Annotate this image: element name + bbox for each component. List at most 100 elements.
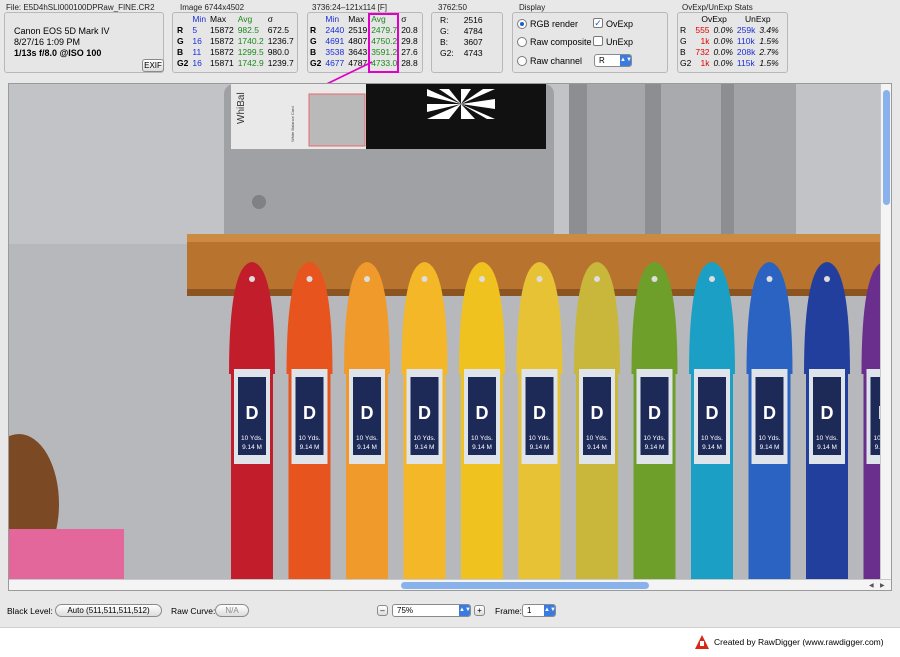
skein-logo: D — [418, 403, 431, 423]
zoom-select[interactable]: 75% ▲▼ — [392, 604, 471, 617]
footer-credit: Created by RawDigger (www.rawdigger.com) — [714, 637, 884, 647]
file-panel-title: File: E5D4hSLI000100DPRaw_FINE.CR2 — [6, 3, 155, 12]
thread-skein: D 10 Yds. 9.14 M — [574, 262, 620, 581]
raw-composite-radio[interactable] — [517, 37, 527, 47]
vertical-scrollbar[interactable] — [880, 84, 891, 581]
point-panel: R: 2516 G: 4784 B: 3607 G2: 4743 — [431, 12, 503, 73]
exp-stats-panel: OvExp UnExp R 555 0.0% 259k 3.4% G 1k 0.… — [677, 12, 788, 73]
skein-logo: D — [763, 403, 776, 423]
col-min: Min — [192, 14, 207, 24]
raw-channel-select[interactable]: R ▲▼ — [594, 54, 632, 67]
raw-channel-label: Raw channel — [530, 56, 583, 66]
skein-length-yds: 10 Yds. — [586, 435, 608, 442]
frame-select[interactable]: 1 ▲▼ — [522, 604, 556, 617]
ovexp-label: OvExp — [606, 19, 634, 29]
skein-length-yds: 10 Yds. — [356, 435, 378, 442]
point-title: 3762:50 — [438, 3, 467, 12]
zoom-in-button[interactable]: + — [474, 605, 485, 616]
vertical-scroll-thumb[interactable] — [883, 90, 890, 205]
table-row: G 16 15872 1740.2 1236.7 — [177, 36, 294, 46]
selection-stats-title: 3736:24–121x114 [F] — [312, 3, 388, 12]
skein-logo: D — [591, 403, 604, 423]
table-row: G2 16 15871 1742.9 1239.7 — [177, 58, 294, 68]
skein-logo: D — [533, 403, 546, 423]
raw-channel-radio[interactable] — [517, 56, 527, 66]
skein-logo: D — [648, 403, 661, 423]
skein-logo: D — [706, 403, 719, 423]
scroll-left-icon[interactable]: ◀ — [869, 582, 874, 589]
camera-model: Canon EOS 5D Mark IV — [14, 26, 110, 36]
skein-logo: D — [821, 403, 834, 423]
skein-length-m: 9.14 M — [300, 444, 320, 451]
skein-length-yds: 10 Yds. — [471, 435, 493, 442]
unexp-label: UnExp — [606, 37, 634, 47]
display-panel: RGB render Raw composite Raw channel ✓ O… — [512, 12, 668, 73]
raw-photo[interactable]: WhiBal White Balance Card D 10 Yds. 9.14 M… — [9, 84, 882, 581]
thread-skein: D10 Yds.9.14 M — [689, 262, 735, 581]
display-title: Display — [519, 3, 546, 12]
rgb-render-radio[interactable] — [517, 19, 527, 29]
table-row: R: 2516 — [440, 15, 483, 25]
footer: Created by RawDigger (www.rawdigger.com) — [0, 627, 900, 657]
pink-towel — [9, 529, 124, 581]
capture-datetime: 8/27/16 1:09 PM — [14, 37, 81, 47]
thread-skein: D10 Yds.9.14 M — [861, 262, 882, 581]
skein-length-yds: 10 Yds. — [816, 435, 838, 442]
skein-length-yds: 10 Yds. — [414, 435, 436, 442]
skein-length-yds: 10 Yds. — [759, 435, 781, 442]
thread-skein: D 10 Yds. 9.14 M — [516, 262, 563, 581]
whibal-logo: WhiBal — [236, 92, 247, 124]
rgb-render-label: RGB render — [530, 19, 579, 29]
skein-logo: D — [361, 403, 374, 423]
table-row: B 3538 3643 3591.2 27.6 — [310, 47, 418, 57]
image-viewer[interactable]: WhiBal White Balance Card D 10 Yds. 9.14 M… — [8, 83, 892, 591]
skein-logo: D — [303, 403, 316, 423]
thread-skein: D 10 Yds. 9.14 M — [459, 262, 505, 581]
skein-logo: D — [476, 403, 489, 423]
horizontal-scroll-thumb[interactable] — [401, 582, 649, 589]
skein-length-yds: 10 Yds. — [529, 435, 551, 442]
horizontal-scrollbar[interactable]: ◀ ▶ — [9, 579, 891, 590]
thread-skein: D 10 Yds. 9.14 M — [286, 262, 333, 581]
col-avg: Avg — [237, 14, 253, 24]
file-info-panel: Canon EOS 5D Mark IV 8/27/16 1:09 PM 1/1… — [4, 12, 164, 73]
raw-curve-label: Raw Curve: — [171, 606, 216, 616]
frame-label: Frame: — [495, 606, 522, 616]
table-row: R 2440 2519 2479.7 20.8 — [310, 25, 418, 35]
skein-length-yds: 10 Yds. — [701, 435, 723, 442]
table-row: G 1k 0.0% 110k 1.5% — [680, 36, 779, 46]
raw-composite-label: Raw composite — [530, 37, 592, 47]
table-row: B 732 0.0% 208k 2.7% — [680, 47, 779, 57]
ovexp-checkbox[interactable]: ✓ — [593, 18, 603, 28]
skein-length-m: 9.14 M — [415, 444, 435, 451]
col-max: Max — [210, 14, 227, 24]
table-row: R 5 15872 982.5 672.5 — [177, 25, 289, 35]
skein-length-yds: 10 Yds. — [299, 435, 321, 442]
chevron-down-icon: ▲▼ — [459, 605, 471, 616]
skein-length-m: 9.14 M — [530, 444, 550, 451]
table-row: G 4691 4807 4750.2 29.8 — [310, 36, 418, 46]
zoom-out-button[interactable]: – — [377, 605, 388, 616]
skein-length-yds: 10 Yds. — [644, 435, 666, 442]
raw-curve-button[interactable]: N/A — [215, 604, 249, 617]
skein-length-m: 9.14 M — [242, 444, 262, 451]
whibal-card-text: White Balance Card — [290, 106, 295, 142]
table-row: B: 3607 — [440, 37, 483, 47]
skein-length-m: 9.14 M — [357, 444, 377, 451]
unexp-checkbox[interactable] — [593, 36, 603, 46]
skein-length-m: 9.14 M — [760, 444, 780, 451]
skein-logo: D — [246, 403, 259, 423]
skein-length-m: 9.14 M — [645, 444, 665, 451]
skein-length-m: 9.14 M — [587, 444, 607, 451]
skein-length-m: 9.14 M — [472, 444, 492, 451]
thread-skein: D 10 Yds. 9.14 M — [631, 262, 678, 581]
thread-skein: D 10 Yds. 9.14 M — [746, 262, 793, 581]
black-level-label: Black Level: — [7, 606, 53, 616]
exif-button[interactable]: EXIF — [142, 59, 164, 72]
image-stats-title: Image 6744x4502 — [180, 3, 245, 12]
black-level-button[interactable]: Auto (511,511,511,512) — [55, 604, 162, 617]
thread-skein: D 10 Yds. 9.14 M — [401, 262, 448, 581]
thread-skein: D10 Yds.9.14 M — [229, 262, 275, 581]
point-table: R: 2516 G: 4784 B: 3607 G2: 4743 — [438, 15, 485, 59]
scroll-right-icon[interactable]: ▶ — [880, 582, 885, 589]
